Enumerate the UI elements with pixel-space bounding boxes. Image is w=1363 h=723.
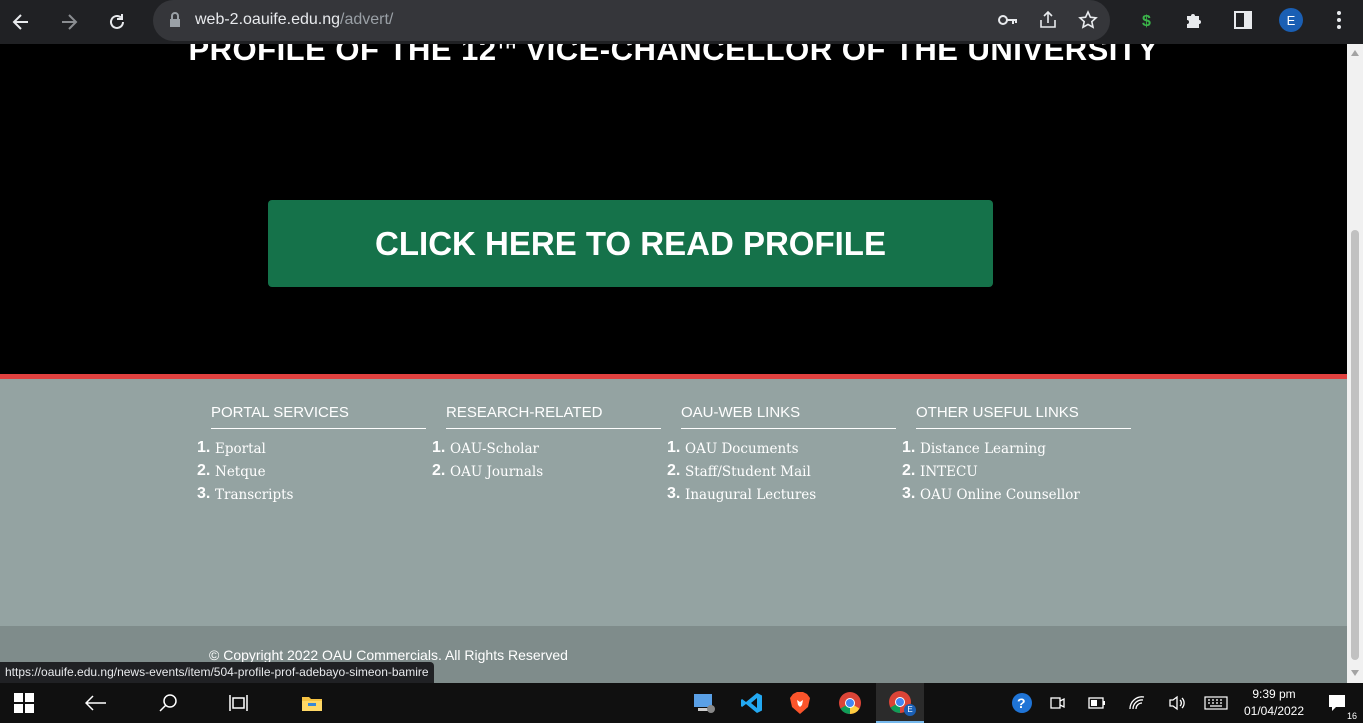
chrome-profile-button[interactable]: E (876, 683, 924, 723)
forward-button[interactable] (53, 6, 85, 38)
speaker-icon (1169, 695, 1185, 711)
scroll-up-arrow-icon[interactable] (1351, 50, 1359, 56)
monitor-icon (694, 694, 715, 713)
system-clock[interactable]: 9:39 pm 01/04/2022 (1238, 686, 1310, 720)
task-view-icon (229, 695, 248, 711)
read-profile-button[interactable]: CLICK HERE TO READ PROFILE (268, 200, 993, 287)
footer-column-title: RESEARCH-RELATED (446, 404, 661, 429)
battery-button[interactable] (1080, 683, 1114, 723)
link-status-bubble: https://oauife.edu.ng/news-events/item/5… (0, 662, 434, 683)
reload-button[interactable] (101, 6, 133, 38)
footer-link-oau-scholar[interactable]: 1. OAU-Scholar (432, 439, 661, 464)
volume-button[interactable] (1160, 683, 1194, 723)
taskbar-back-button[interactable] (72, 683, 120, 723)
url-text: web-2.oauife.edu.ng/advert/ (195, 11, 394, 28)
notification-icon (1329, 695, 1345, 711)
page-scrollbar[interactable] (1347, 44, 1363, 683)
footer-link-netque[interactable]: 2. Netque (197, 462, 426, 487)
profile-avatar[interactable]: E (1279, 8, 1303, 32)
clock-time: 9:39 pm (1252, 687, 1296, 701)
folder-icon (302, 697, 322, 711)
search-icon (159, 694, 177, 712)
share-icon (1040, 10, 1056, 28)
chrome-button[interactable] (826, 683, 874, 723)
extensions-button[interactable] (1183, 8, 1207, 32)
windows-logo-icon (14, 693, 34, 713)
touch-keyboard-button[interactable] (1196, 683, 1236, 723)
clock-date: 01/04/2022 (1243, 704, 1305, 718)
svg-text:$: $ (1142, 13, 1151, 30)
footer-column-title: OAU-WEB LINKS (681, 404, 896, 429)
profile-banner: PROFILE OF THE 12TH VICE-CHANCELLOR OF T… (0, 44, 1347, 374)
vscode-icon (741, 693, 762, 713)
copyright-text: © Copyright 2022 OAU Commercials. All Ri… (209, 647, 568, 663)
browser-toolbar: web-2.oauife.edu.ng/advert/ $ E (0, 0, 1363, 44)
star-icon (1078, 10, 1098, 29)
battery-icon (1088, 697, 1105, 709)
notification-center-button[interactable]: 16 (1315, 683, 1359, 723)
address-bar[interactable]: web-2.oauife.edu.ng/advert/ (153, 0, 1110, 41)
footer-link-oau-journals[interactable]: 2. OAU Journals (432, 462, 661, 487)
web-page: PROFILE OF THE 12TH VICE-CHANCELLOR OF T… (0, 44, 1347, 683)
footer-column-title: PORTAL SERVICES (211, 404, 426, 429)
footer-link-inaugural-lectures[interactable]: 3. Inaugural Lectures (667, 485, 896, 510)
back-button[interactable] (5, 6, 37, 38)
help-icon: ? (1012, 693, 1032, 713)
brave-browser-button[interactable] (776, 683, 824, 723)
windows-taskbar: E ? 9:39 pm 01/04/2022 16 (0, 683, 1363, 723)
vscode-button[interactable] (728, 683, 776, 723)
footer-link-oau-documents[interactable]: 1. OAU Documents (667, 439, 896, 464)
profile-badge: E (904, 704, 916, 716)
remote-desktop-button[interactable] (680, 683, 728, 723)
menu-button[interactable] (1327, 8, 1351, 32)
scroll-down-arrow-icon[interactable] (1351, 670, 1359, 676)
keyboard-icon (1204, 696, 1228, 710)
banner-headline: PROFILE OF THE 12TH VICE-CHANCELLOR OF T… (188, 44, 1159, 67)
footer-link-intecu[interactable]: 2. INTECU (902, 462, 1131, 487)
footer-link-eportal[interactable]: 1. Eportal (197, 439, 426, 464)
footer-column-oau-web-links: OAU-WEB LINKS 1. OAU Documents 2. Staff/St… (667, 404, 896, 510)
kebab-menu-icon (1337, 11, 1341, 29)
file-explorer-button[interactable] (288, 683, 336, 723)
back-arrow-icon (12, 14, 28, 30)
bookmark-button[interactable] (1076, 8, 1100, 32)
help-tray-button[interactable]: ? (1000, 683, 1044, 723)
footer-column-title: OTHER USEFUL LINKS (916, 404, 1131, 429)
camera-icon (1050, 697, 1065, 709)
svg-text:?: ? (1017, 695, 1026, 711)
footer-links: PORTAL SERVICES 1. Eportal 2. Netque 3. Tra… (0, 379, 1347, 626)
task-view-button[interactable] (216, 683, 264, 723)
footer-link-staff-student-mail[interactable]: 2. Staff/Student Mail (667, 462, 896, 487)
chrome-icon (839, 692, 861, 714)
notification-count: 16 (1346, 711, 1357, 721)
footer-link-transcripts[interactable]: 3. Transcripts (197, 485, 426, 510)
network-button[interactable] (1120, 683, 1154, 723)
wifi-icon (1129, 696, 1145, 710)
search-button[interactable] (144, 683, 192, 723)
back-arrow-icon (85, 695, 106, 711)
footer-column-portal-services: PORTAL SERVICES 1. Eportal 2. Netque 3. Tra… (197, 404, 426, 510)
lock-icon (170, 12, 180, 27)
scrollbar-thumb[interactable] (1351, 230, 1359, 660)
footer-column-other-useful-links: OTHER USEFUL LINKS 1. Distance Learning 2… (902, 404, 1131, 510)
side-panel-icon (1234, 11, 1252, 29)
key-icon (998, 15, 1017, 25)
footer-column-research-related: RESEARCH-RELATED 1. OAU-Scholar 2. OAU Jou… (432, 404, 661, 487)
dollar-extension-icon: $ (1142, 13, 1151, 30)
reload-icon (110, 14, 124, 29)
footer-link-distance-learning[interactable]: 1. Distance Learning (902, 439, 1131, 464)
forward-arrow-icon (62, 14, 78, 30)
start-button[interactable] (0, 683, 48, 723)
side-panel-button[interactable] (1231, 8, 1255, 32)
puzzle-icon (1187, 14, 1201, 28)
footer-link-oau-online-counsellor[interactable]: 3. OAU Online Counsellor (902, 485, 1131, 510)
password-key-button[interactable] (996, 8, 1020, 32)
meet-now-button[interactable] (1040, 683, 1074, 723)
share-button[interactable] (1036, 8, 1060, 32)
brave-lion-icon (790, 692, 810, 714)
extension-dollar-button[interactable]: $ (1135, 8, 1159, 32)
